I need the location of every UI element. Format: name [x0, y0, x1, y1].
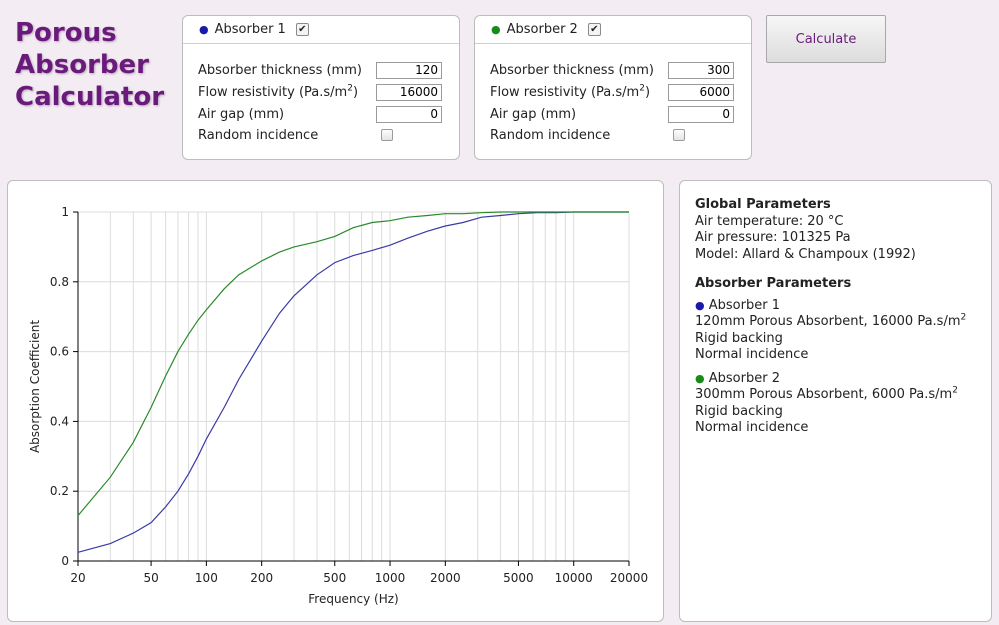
absorber-1-panel: ● Absorber 1 ✔ Absorber thickness (mm) F…: [182, 15, 460, 160]
info-absorber-2-incidence: Normal incidence: [695, 420, 809, 435]
absorber-2-airgap-input[interactable]: [668, 105, 734, 123]
info-absorber-2-name: Absorber 2: [708, 370, 780, 386]
info-absorber-1-incidence: Normal incidence: [695, 347, 809, 362]
absorber-parameters-heading: Absorber Parameters: [695, 276, 852, 291]
y-tick-label: 0.8: [50, 275, 69, 289]
absorber-2-label: Absorber 2: [506, 22, 578, 37]
absorber-2-thickness-label: Absorber thickness (mm): [490, 62, 654, 78]
absorber-2-airgap-row: Air gap (mm): [490, 105, 734, 123]
absorber-1-random-row: Random incidence: [198, 126, 442, 144]
absorber-2-panel: ● Absorber 2 ✔ Absorber thickness (mm) F…: [474, 15, 752, 160]
absorber-1-label: Absorber 1: [214, 22, 286, 37]
absorber-2-thickness-input[interactable]: [668, 61, 734, 79]
air-temperature-text: Air temperature: 20 °C: [695, 213, 844, 229]
absorber-1-flow-input[interactable]: [376, 83, 442, 101]
absorber-2-random-label: Random incidence: [490, 127, 611, 143]
absorber-2-flow-input[interactable]: [668, 83, 734, 101]
absorber-2-random-row: Random incidence: [490, 126, 734, 144]
absorber-1-flow-row: Flow resistivity (Pa.s/m2): [198, 83, 442, 101]
x-tick-label: 5000: [503, 571, 534, 585]
absorption-chart: 20 50 100 200 500 1000 2000 5000 10000 20000 0 0.2 0…: [28, 205, 648, 606]
info-absorber-2-desc: 300mm Porous Absorbent, 6000 Pa.s/m2: [695, 385, 958, 402]
absorber-2-flow-label: Flow resistivity (Pa.s/m2): [490, 83, 651, 100]
info-absorber-1-desc: 120mm Porous Absorbent, 16000 Pa.s/m2: [695, 312, 967, 329]
absorber-2-thickness-row: Absorber thickness (mm): [490, 61, 734, 79]
absorber-1-airgap-label: Air gap (mm): [198, 106, 285, 122]
y-tick-label: 1: [61, 205, 69, 219]
y-axis-label: Absorption Coefficient: [28, 320, 42, 453]
absorber-1-airgap-input[interactable]: [376, 105, 442, 123]
series-line-1: [77, 211, 629, 553]
x-tick-label: 100: [195, 571, 218, 585]
model-text: Model: Allard & Champoux (1992): [695, 246, 916, 262]
absorber-2-airgap-label: Air gap (mm): [490, 106, 577, 122]
x-axis-label: Frequency (Hz): [308, 592, 399, 606]
info-panel: Global Parameters Air temperature: 20 °C…: [679, 180, 992, 622]
absorber-2-random-checkbox[interactable]: [673, 129, 685, 141]
absorber-1-airgap-row: Air gap (mm): [198, 105, 442, 123]
calculate-button[interactable]: Calculate: [766, 15, 886, 63]
info-absorber-2-backing: Rigid backing: [695, 403, 783, 419]
x-tick-label: 200: [250, 571, 273, 585]
absorber-2-flow-row: Flow resistivity (Pa.s/m2): [490, 83, 734, 101]
absorber-1-flow-label: Flow resistivity (Pa.s/m2): [198, 83, 359, 100]
absorber-1-thickness-input[interactable]: [376, 61, 442, 79]
x-tick-label: 20000: [610, 571, 648, 585]
absorber-1-random-label: Random incidence: [198, 127, 319, 143]
x-tick-label: 10000: [555, 571, 593, 585]
absorber-1-enable-checkbox[interactable]: ✔: [295, 23, 309, 36]
absorber-1-random-checkbox[interactable]: [381, 129, 393, 141]
info-absorber-1-title: ● Absorber 1: [695, 298, 976, 315]
chart-panel: 20 50 100 200 500 1000 2000 5000 10000 20000 0 0.2 0…: [7, 180, 664, 622]
absorber-2-dot-icon: ●: [491, 23, 501, 36]
absorber-1-thickness-label: Absorber thickness (mm): [198, 62, 362, 78]
info-absorber-1-name: Absorber 1: [708, 297, 780, 313]
x-tick-label: 20: [70, 571, 85, 585]
global-parameters-heading: Global Parameters: [695, 197, 831, 212]
absorber-2-info-dot-icon: ●: [695, 371, 705, 385]
absorber-2-header: ● Absorber 2 ✔: [475, 16, 751, 44]
y-tick-label: 0: [61, 554, 69, 568]
info-absorber-2-title: ● Absorber 2: [695, 371, 976, 388]
series-line-2: [77, 211, 629, 516]
x-tick-label: 2000: [430, 571, 461, 585]
absorber-1-info-dot-icon: ●: [695, 298, 705, 312]
x-tick-label: 1000: [375, 571, 406, 585]
absorber-1-header: ● Absorber 1 ✔: [183, 16, 459, 44]
y-tick-label: 0.4: [50, 414, 69, 428]
absorber-1-dot-icon: ●: [199, 23, 209, 36]
y-tick-label: 0.2: [50, 484, 69, 498]
absorber-2-enable-checkbox[interactable]: ✔: [587, 23, 601, 36]
absorber-1-thickness-row: Absorber thickness (mm): [198, 61, 442, 79]
y-tick-label: 0.6: [50, 345, 69, 359]
info-absorber-1-backing: Rigid backing: [695, 330, 783, 346]
x-tick-label: 500: [323, 571, 346, 585]
app-title: Porous Absorber Calculator: [15, 18, 165, 112]
x-tick-label: 50: [143, 571, 158, 585]
air-pressure-text: Air pressure: 101325 Pa: [695, 230, 851, 245]
